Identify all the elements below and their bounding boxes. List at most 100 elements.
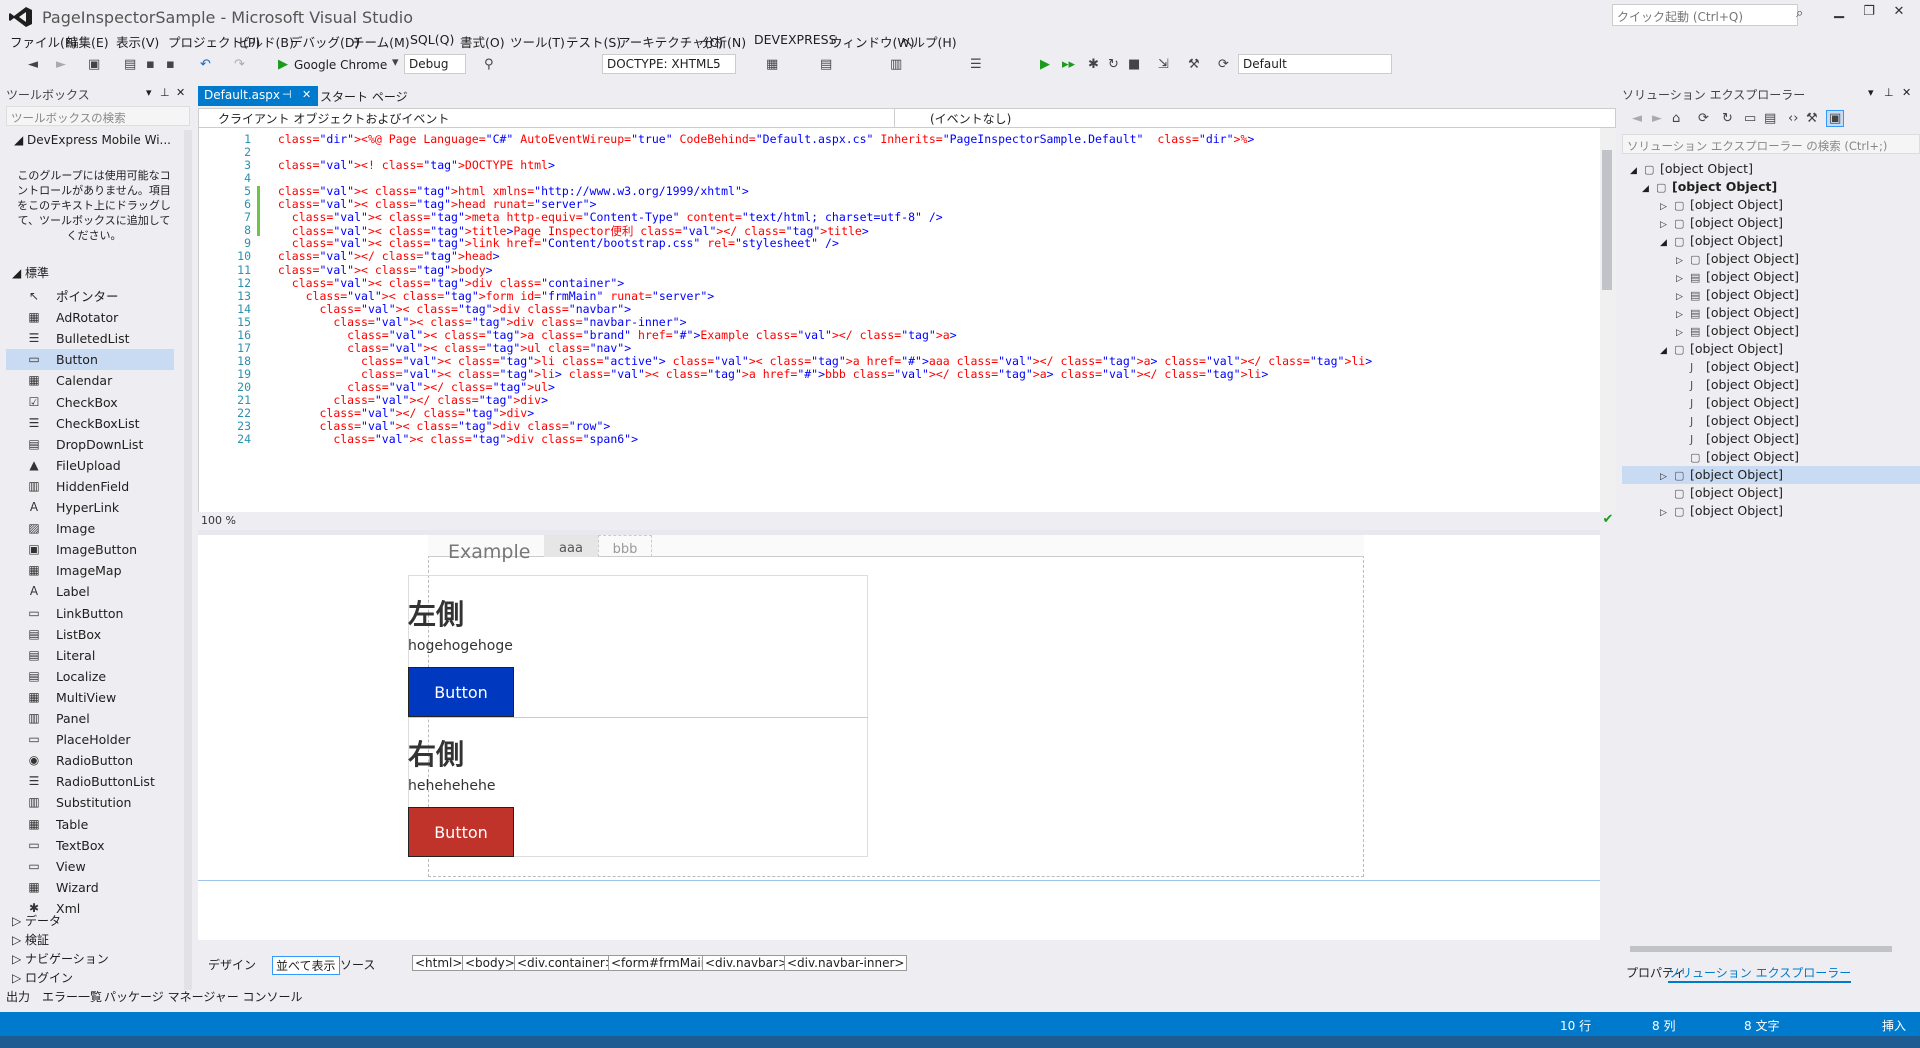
refresh-icon[interactable]: ⟳ [1218,57,1229,72]
step-icon[interactable]: ▸▸ [1062,57,1075,72]
find-icon[interactable]: ⚲ [484,57,494,72]
tree-item[interactable]: ◢ ▢ [object Object] [1622,340,1920,358]
preview-icon[interactable]: ▣ [1826,110,1845,127]
nav-item-bbb[interactable]: bbb [598,535,652,557]
toolbox-item[interactable]: ▦ AdRotator [6,307,174,328]
menu-item[interactable]: ビルド(B) [238,32,294,51]
chevron-icon[interactable]: ▷ [1660,504,1674,522]
right-button[interactable]: Button [408,807,514,857]
new-project-icon[interactable]: ▣ [88,57,100,72]
maximize-button[interactable]: ❐ [1856,4,1882,19]
horizontal-scrollbar[interactable] [1630,946,1892,952]
menu-item[interactable]: SQL(Q) [410,32,454,47]
close-icon[interactable]: ✕ [302,88,311,101]
code-editor[interactable]: 1 class="dir"><%@ Page Language="C#" Aut… [198,128,1600,512]
tree-item[interactable]: ◢ ▢ [object Object] [1622,160,1920,178]
breadcrumb-item[interactable]: <html> [412,955,466,971]
toolbox-item[interactable]: ◉ RadioButton [6,750,174,771]
toolbox-item[interactable]: ▦ MultiView [6,687,174,708]
tree-item[interactable]: ▢ [object Object] [1622,484,1920,502]
view-code-icon[interactable]: ‹› [1788,111,1798,126]
toolbox-search-input[interactable]: ツールボックスの検索 [6,106,190,126]
view-tab[interactable]: ソース [340,956,375,973]
restart-icon[interactable]: ↻ [1108,57,1119,72]
browser-select[interactable]: Google Chrome [294,58,387,72]
start-debug-icon[interactable]: ▶ [278,57,288,72]
menu-item[interactable]: 分析(N) [702,32,746,51]
tree-item[interactable]: ▷ ▢ [object Object] [1622,214,1920,232]
undo-icon[interactable]: ↶ [200,57,211,72]
run-icon[interactable]: ▶ [1040,57,1050,72]
collapse-icon[interactable]: ▭ [1744,111,1756,126]
toolbox-item[interactable]: ☰ CheckBoxList [6,413,174,434]
tree-item[interactable]: ▢ [object Object] [1622,448,1920,466]
scroll-thumb[interactable] [1602,150,1612,290]
toolbox-item[interactable]: ▦ ImageMap [6,560,174,581]
view-tab[interactable]: 並べて表示 [272,956,340,975]
panel-tab[interactable]: ソリューション エクスプローラー [1668,964,1852,983]
tree-item[interactable]: ▷ ▤ [object Object] [1622,304,1920,322]
sync-icon[interactable]: ⟳ [1698,111,1709,126]
menu-item[interactable]: テスト(S) [566,32,621,51]
menu-item[interactable]: 表示(V) [116,32,159,51]
client-objects-select[interactable]: クライアント オブジェクトおよびイベント [218,110,449,127]
search-icon[interactable]: ⌕ [1796,6,1803,21]
tree-item[interactable]: ◢ ▢ [object Object] [1622,178,1920,196]
pin-icon[interactable]: ⊥ [160,86,170,99]
output-tab[interactable]: エラー一覧 [42,988,102,1005]
toolbox-item[interactable]: ▭ LinkButton [6,603,174,624]
breadcrumb-item[interactable]: <div.navbar-inner> [784,955,908,971]
breadcrumb-item[interactable]: <div.navbar> [702,955,792,971]
events-select[interactable]: (イベントなし) [930,110,1011,127]
tree-item[interactable]: ▷ ▤ [object Object] [1622,286,1920,304]
breadcrumb-item[interactable]: <body> [462,955,518,971]
tree-item[interactable]: ▷ ▤ [object Object] [1622,268,1920,286]
zoom-select[interactable]: 100 % [198,512,254,530]
menu-item[interactable]: デバッグ(D) [290,32,359,51]
tree-item[interactable]: ▷ ▢ [object Object] [1622,196,1920,214]
menu-item[interactable]: 編集(E) [66,32,109,51]
chevron-down-icon[interactable]: ▾ [392,55,399,70]
toolbox-item[interactable]: ▦ Table [6,814,174,835]
menu-item[interactable]: チーム(M) [352,32,410,51]
save-icon[interactable]: ▪ [146,57,155,72]
tree-item[interactable]: ▷ ▢ [object Object] [1622,502,1920,520]
view-tab[interactable]: デザイン [208,956,256,973]
tree-item[interactable]: J [object Object] [1622,376,1920,394]
save-all-icon[interactable]: ▪ [166,57,175,72]
tree-item[interactable]: ◢ ▢ [object Object] [1622,232,1920,250]
toolbox-item[interactable]: ▭ View [6,856,174,877]
pin-icon[interactable]: ⊣ [282,88,292,101]
toolbox-item[interactable]: ▭ PlaceHolder [6,729,174,750]
quick-launch-input[interactable]: クイック起動 (Ctrl+Q) [1612,4,1798,26]
menu-item[interactable]: ヘルプ(H) [900,32,957,51]
toolbox-group[interactable]: ▷ ログイン [12,969,73,986]
redo-icon[interactable]: ↷ [234,57,245,72]
toolbox-item[interactable]: A Label [6,581,174,602]
comment-icon[interactable]: ▥ [890,57,902,72]
nav-item-aaa[interactable]: aaa [544,535,598,557]
toolbox-scrollbar[interactable] [184,130,192,990]
indent-icon[interactable]: ▤ [820,57,832,72]
toolbox-item[interactable]: ▥ Panel [6,708,174,729]
solution-search-input[interactable]: ソリューション エクスプローラー の検索 (Ctrl+;) [1622,134,1920,154]
breadcrumb-item[interactable]: <div.container> [514,955,618,971]
tree-item[interactable]: J [object Object] [1622,412,1920,430]
configuration-select[interactable]: Debug [404,54,466,74]
toolbox-item[interactable]: ▣ ImageButton [6,539,174,560]
stop-icon[interactable]: ■ [1128,57,1140,72]
pin-icon[interactable]: ⊥ [1884,86,1894,99]
forward-icon[interactable]: ► [56,57,66,72]
toolbox-item[interactable]: ▤ Literal [6,645,174,666]
output-tab[interactable]: パッケージ マネージャー コンソール [104,988,303,1005]
minimize-button[interactable]: ▁ [1826,4,1852,19]
refresh-icon[interactable]: ↻ [1722,111,1733,126]
toolbox-item[interactable]: ▤ Localize [6,666,174,687]
toolbox-item[interactable]: ☰ BulletedList [6,328,174,349]
toolbox-item[interactable]: ▥ HiddenField [6,476,174,497]
close-icon[interactable]: ✕ [1902,86,1911,99]
back-icon[interactable]: ◄ [28,57,38,72]
toolbox-item[interactable]: ▦ Wizard [6,877,174,898]
tree-item[interactable]: ▷ ▢ [object Object] [1622,250,1920,268]
tree-item[interactable]: ▷ ▢ [object Object] [1622,466,1920,484]
